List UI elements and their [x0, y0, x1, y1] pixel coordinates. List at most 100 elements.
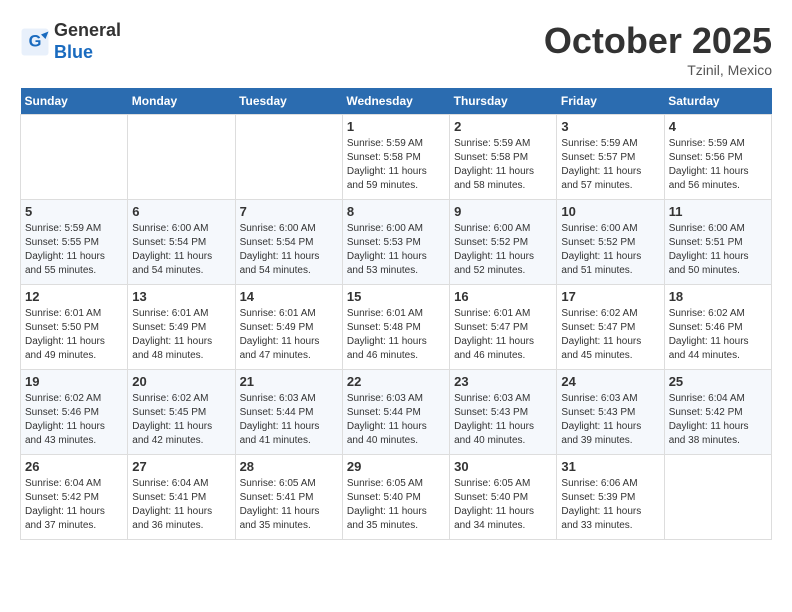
day-info: Sunrise: 6:05 AM Sunset: 5:40 PM Dayligh…	[347, 477, 445, 533]
logo: G General Blue	[20, 20, 121, 63]
day-info: Sunrise: 6:00 AM Sunset: 5:53 PM Dayligh…	[347, 222, 445, 278]
day-info: Sunrise: 5:59 AM Sunset: 5:55 PM Dayligh…	[25, 222, 123, 278]
day-number: 8	[347, 204, 445, 219]
calendar-day-26: 26Sunrise: 6:04 AM Sunset: 5:42 PM Dayli…	[21, 455, 128, 540]
location: Tzinil, Mexico	[544, 62, 772, 78]
day-info: Sunrise: 6:01 AM Sunset: 5:49 PM Dayligh…	[132, 307, 230, 363]
day-info: Sunrise: 6:02 AM Sunset: 5:46 PM Dayligh…	[669, 307, 767, 363]
calendar-week-row: 19 Sunrise: 6:02 AM Sunset: 5:46 PM Dayli…	[21, 370, 772, 455]
day-number: 19	[25, 374, 123, 389]
day-number: 17	[561, 289, 659, 304]
calendar-day-31: 31 Sunrise: 6:06 AM Sunset: 5:39 PM Dayli…	[557, 455, 664, 540]
day-number: 29	[347, 459, 445, 474]
day-info: Sunrise: 6:01 AM Sunset: 5:49 PM Dayligh…	[240, 307, 338, 363]
calendar-table: SundayMondayTuesdayWednesdayThursdayFrid…	[20, 88, 772, 540]
calendar-week-row: 1 Sunrise: 5:59 AM Sunset: 5:58 PM Daylig…	[21, 115, 772, 200]
weekday-header-thursday: Thursday	[450, 88, 557, 115]
weekday-header-saturday: Saturday	[664, 88, 771, 115]
day-info: Sunrise: 6:04 AM Sunset: 5:42 PM Dayligh…	[25, 477, 123, 533]
day-info: Sunrise: 6:04 AM Sunset: 5:41 PM Dayligh…	[132, 477, 230, 533]
day-number: 14	[240, 289, 338, 304]
day-info: Sunrise: 6:02 AM Sunset: 5:46 PM Dayligh…	[25, 392, 123, 448]
day-info: Sunrise: 5:59 AM Sunset: 5:58 PM Dayligh…	[347, 137, 445, 193]
day-number: 3	[561, 119, 659, 134]
calendar-day-27: 27 Sunrise: 6:04 AM Sunset: 5:41 PM Dayli…	[128, 455, 235, 540]
calendar-day-25: 25 Sunrise: 6:04 AM Sunset: 5:42 PM Dayli…	[664, 370, 771, 455]
day-info: Sunrise: 6:06 AM Sunset: 5:39 PM Dayligh…	[561, 477, 659, 533]
calendar-day-1: 1 Sunrise: 5:59 AM Sunset: 5:58 PM Daylig…	[342, 115, 449, 200]
day-info: Sunrise: 6:04 AM Sunset: 5:42 PM Dayligh…	[669, 392, 767, 448]
month-title: October 2025	[544, 20, 772, 62]
day-number: 30	[454, 459, 552, 474]
day-number: 9	[454, 204, 552, 219]
calendar-day-24: 24Sunrise: 6:03 AM Sunset: 5:43 PM Dayli…	[557, 370, 664, 455]
svg-text:G: G	[29, 32, 42, 50]
day-number: 5	[25, 204, 123, 219]
logo-text: General Blue	[54, 20, 121, 63]
weekday-header-wednesday: Wednesday	[342, 88, 449, 115]
day-number: 28	[240, 459, 338, 474]
day-info: Sunrise: 6:01 AM Sunset: 5:48 PM Dayligh…	[347, 307, 445, 363]
day-number: 15	[347, 289, 445, 304]
day-number: 31	[561, 459, 659, 474]
calendar-day-4: 4Sunrise: 5:59 AM Sunset: 5:56 PM Daylig…	[664, 115, 771, 200]
page-header: G General Blue October 2025 Tzinil, Mexi…	[20, 20, 772, 78]
day-info: Sunrise: 6:03 AM Sunset: 5:43 PM Dayligh…	[454, 392, 552, 448]
calendar-day-12: 12 Sunrise: 6:01 AM Sunset: 5:50 PM Dayli…	[21, 285, 128, 370]
day-number: 13	[132, 289, 230, 304]
day-number: 22	[347, 374, 445, 389]
day-number: 2	[454, 119, 552, 134]
weekday-header-sunday: Sunday	[21, 88, 128, 115]
calendar-day-29: 29 Sunrise: 6:05 AM Sunset: 5:40 PM Dayli…	[342, 455, 449, 540]
calendar-day-18: 18 Sunrise: 6:02 AM Sunset: 5:46 PM Dayli…	[664, 285, 771, 370]
day-number: 6	[132, 204, 230, 219]
day-number: 27	[132, 459, 230, 474]
day-number: 18	[669, 289, 767, 304]
day-info: Sunrise: 6:05 AM Sunset: 5:41 PM Dayligh…	[240, 477, 338, 533]
day-info: Sunrise: 6:00 AM Sunset: 5:51 PM Dayligh…	[669, 222, 767, 278]
day-info: Sunrise: 5:59 AM Sunset: 5:57 PM Dayligh…	[561, 137, 659, 193]
day-number: 23	[454, 374, 552, 389]
calendar-day-28: 28 Sunrise: 6:05 AM Sunset: 5:41 PM Dayli…	[235, 455, 342, 540]
day-info: Sunrise: 6:02 AM Sunset: 5:47 PM Dayligh…	[561, 307, 659, 363]
day-info: Sunrise: 6:01 AM Sunset: 5:47 PM Dayligh…	[454, 307, 552, 363]
day-number: 10	[561, 204, 659, 219]
calendar-day-20: 20 Sunrise: 6:02 AM Sunset: 5:45 PM Dayli…	[128, 370, 235, 455]
day-info: Sunrise: 6:00 AM Sunset: 5:54 PM Dayligh…	[132, 222, 230, 278]
calendar-day-19: 19 Sunrise: 6:02 AM Sunset: 5:46 PM Dayli…	[21, 370, 128, 455]
calendar-day-3: 3 Sunrise: 5:59 AM Sunset: 5:57 PM Daylig…	[557, 115, 664, 200]
day-info: Sunrise: 6:00 AM Sunset: 5:54 PM Dayligh…	[240, 222, 338, 278]
calendar-day-10: 10Sunrise: 6:00 AM Sunset: 5:52 PM Dayli…	[557, 200, 664, 285]
calendar-day-9: 9 Sunrise: 6:00 AM Sunset: 5:52 PM Daylig…	[450, 200, 557, 285]
weekday-header-tuesday: Tuesday	[235, 88, 342, 115]
day-number: 4	[669, 119, 767, 134]
calendar-day-14: 14 Sunrise: 6:01 AM Sunset: 5:49 PM Dayli…	[235, 285, 342, 370]
day-info: Sunrise: 6:01 AM Sunset: 5:50 PM Dayligh…	[25, 307, 123, 363]
day-number: 12	[25, 289, 123, 304]
day-number: 11	[669, 204, 767, 219]
calendar-day-30: 30Sunrise: 6:05 AM Sunset: 5:40 PM Dayli…	[450, 455, 557, 540]
calendar-day-2: 2Sunrise: 5:59 AM Sunset: 5:58 PM Daylig…	[450, 115, 557, 200]
calendar-day-8: 8 Sunrise: 6:00 AM Sunset: 5:53 PM Daylig…	[342, 200, 449, 285]
day-info: Sunrise: 6:03 AM Sunset: 5:43 PM Dayligh…	[561, 392, 659, 448]
calendar-empty-cell	[235, 115, 342, 200]
title-section: October 2025 Tzinil, Mexico	[544, 20, 772, 78]
logo-icon: G	[20, 27, 50, 57]
weekday-header-monday: Monday	[128, 88, 235, 115]
calendar-week-row: 26Sunrise: 6:04 AM Sunset: 5:42 PM Dayli…	[21, 455, 772, 540]
calendar-empty-cell	[21, 115, 128, 200]
day-number: 21	[240, 374, 338, 389]
day-number: 20	[132, 374, 230, 389]
day-number: 1	[347, 119, 445, 134]
calendar-day-21: 21Sunrise: 6:03 AM Sunset: 5:44 PM Dayli…	[235, 370, 342, 455]
day-info: Sunrise: 6:03 AM Sunset: 5:44 PM Dayligh…	[347, 392, 445, 448]
day-info: Sunrise: 6:02 AM Sunset: 5:45 PM Dayligh…	[132, 392, 230, 448]
day-number: 25	[669, 374, 767, 389]
calendar-day-7: 7 Sunrise: 6:00 AM Sunset: 5:54 PM Daylig…	[235, 200, 342, 285]
day-info: Sunrise: 6:00 AM Sunset: 5:52 PM Dayligh…	[454, 222, 552, 278]
logo-general: General	[54, 20, 121, 40]
day-number: 16	[454, 289, 552, 304]
calendar-day-5: 5 Sunrise: 5:59 AM Sunset: 5:55 PM Daylig…	[21, 200, 128, 285]
calendar-day-15: 15 Sunrise: 6:01 AM Sunset: 5:48 PM Dayli…	[342, 285, 449, 370]
day-number: 7	[240, 204, 338, 219]
